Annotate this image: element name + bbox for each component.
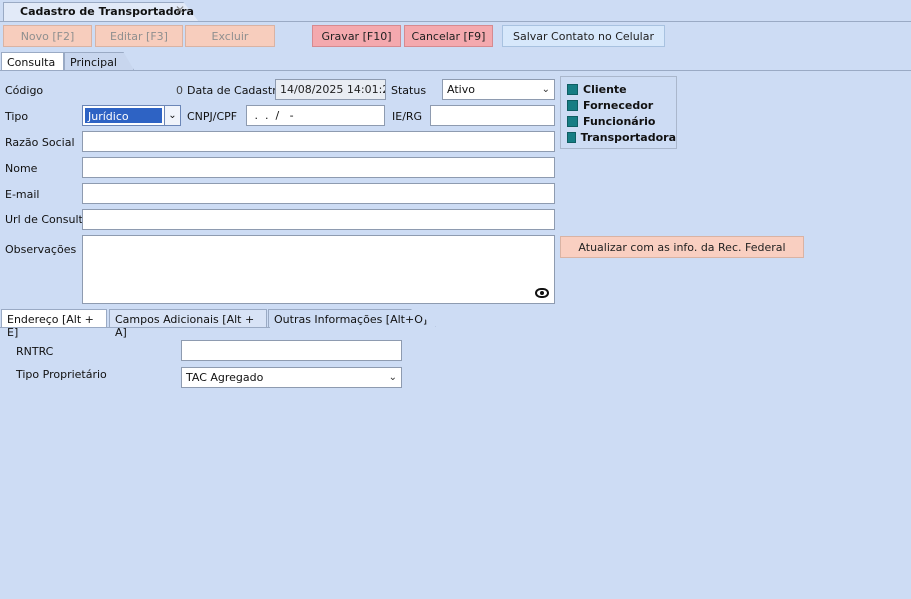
fornecedor-checkbox-label: Fornecedor — [583, 98, 654, 112]
tipo-proprietario-select[interactable]: TAC Agregado ⌄ — [181, 367, 402, 388]
checkbox-checked-icon[interactable] — [567, 131, 576, 143]
status-select[interactable]: Ativo ⌄ — [442, 79, 555, 100]
transportadora-checkbox-label: Transportadora — [580, 130, 676, 144]
checkbox-checked-icon[interactable] — [567, 115, 578, 127]
razao-social-field[interactable] — [82, 131, 555, 152]
tab-campos-adicionais[interactable]: Campos Adicionais [Alt + A] — [109, 309, 267, 339]
editar-button[interactable]: Editar [F3] — [95, 25, 183, 47]
gravar-button[interactable]: Gravar [F10] — [312, 25, 401, 47]
chevron-down-icon[interactable]: ⌄ — [542, 84, 550, 95]
rntrc-field[interactable] — [181, 340, 402, 361]
tipo-proprietario-label: Tipo Proprietário — [16, 368, 107, 381]
checkbox-checked-icon[interactable] — [567, 99, 578, 111]
cnpj-label: CNPJ/CPF — [187, 110, 238, 123]
status-label: Status — [391, 84, 427, 97]
url-consulta-label: Url de Consulta — [5, 213, 90, 226]
tab-campos-adicionais-label: Campos Adicionais [Alt + A] — [115, 313, 255, 339]
salvar-contato-button[interactable]: Salvar Contato no Celular — [502, 25, 665, 47]
url-consulta-field[interactable] — [82, 209, 555, 230]
tab-consulta-label: Consulta — [7, 56, 56, 69]
cliente-checkbox[interactable]: Cliente — [561, 81, 676, 97]
codigo-label: Código — [5, 84, 44, 97]
tab-outras-informacoes-label: Outras Informações [Alt+O] — [274, 313, 428, 326]
main-tabs-divider — [0, 70, 911, 71]
cancelar-button[interactable]: Cancelar [F9] — [404, 25, 493, 47]
funcionario-checkbox-label: Funcionário — [583, 114, 656, 128]
tipo-label: Tipo — [5, 110, 29, 123]
tipo-select[interactable]: Jurídico ⌄ — [82, 105, 181, 126]
tab-endereco[interactable]: Endereço [Alt + E] — [1, 309, 107, 339]
tab-consulta[interactable]: Consulta — [1, 52, 64, 70]
cnpj-field[interactable]: . . / - — [246, 105, 385, 126]
razao-social-label: Razão Social — [5, 136, 75, 149]
status-value: Ativo — [447, 83, 475, 96]
ie-label: IE/RG — [392, 110, 423, 123]
rntrc-label: RNTRC — [16, 345, 54, 358]
tab-endereco-label: Endereço [Alt + E] — [7, 313, 94, 339]
funcionario-checkbox[interactable]: Funcionário — [561, 113, 676, 129]
tab-strip-divider — [0, 21, 911, 22]
data-cadastro-label: Data de Cadastro — [187, 84, 284, 97]
nome-label: Nome — [5, 162, 38, 175]
email-field[interactable] — [82, 183, 555, 204]
tab-principal[interactable]: Principal — [64, 52, 134, 70]
observacoes-field[interactable] — [82, 235, 555, 304]
document-tab-title: Cadastro de Transportadora — [20, 5, 194, 18]
atualizar-rec-federal-button[interactable]: Atualizar com as info. da Rec. Federal — [560, 236, 804, 258]
cliente-checkbox-label: Cliente — [583, 82, 627, 96]
excluir-button[interactable]: Excluir — [185, 25, 275, 47]
tipo-value: Jurídico — [84, 107, 163, 124]
chevron-down-icon[interactable]: ⌄ — [389, 372, 397, 383]
novo-button[interactable]: Novo [F2] — [3, 25, 92, 47]
eye-pupil — [540, 291, 544, 295]
tab-outras-informacoes[interactable]: Outras Informações [Alt+O] — [268, 309, 436, 327]
email-label: E-mail — [5, 188, 40, 201]
data-cadastro-field: 14/08/2025 14:01:27 — [275, 79, 386, 100]
checkbox-checked-icon[interactable] — [567, 83, 578, 95]
close-icon[interactable]: ✕ — [175, 3, 185, 17]
ie-field[interactable] — [430, 105, 555, 126]
nome-field[interactable] — [82, 157, 555, 178]
codigo-value: 0 — [176, 84, 183, 97]
transportadora-checkbox[interactable]: Transportadora — [561, 129, 676, 145]
observacoes-label: Observações — [5, 243, 77, 256]
eye-icon[interactable] — [535, 288, 549, 298]
tipo-proprietario-value: TAC Agregado — [186, 371, 264, 384]
tab-principal-label: Principal — [70, 56, 117, 69]
sub-tabs-divider — [0, 327, 270, 328]
chevron-down-icon[interactable]: ⌄ — [164, 106, 180, 125]
fornecedor-checkbox[interactable]: Fornecedor — [561, 97, 676, 113]
tipo-cadastro-panel: Cliente Fornecedor Funcionário Transport… — [560, 76, 677, 149]
